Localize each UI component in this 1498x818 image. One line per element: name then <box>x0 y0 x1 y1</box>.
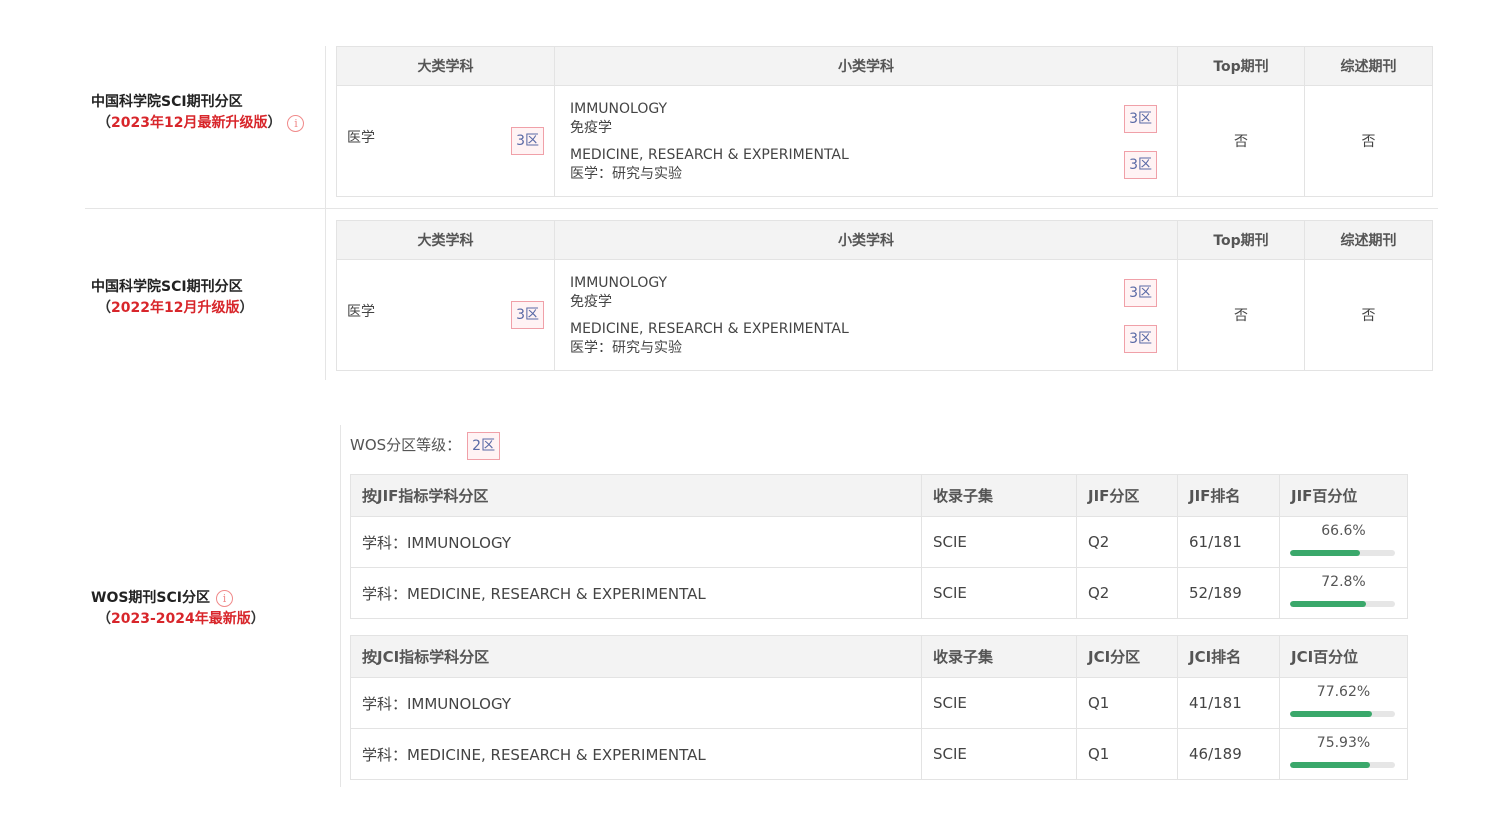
table-row: 学科：IMMUNOLOGY SCIE Q2 61/181 66.6% <box>350 516 1408 568</box>
subject-cell: 学科：MEDICINE, RESEARCH & EXPERIMENTAL <box>350 567 922 619</box>
header-minor: 小类学科 <box>554 220 1178 260</box>
percentile-bar-fill <box>1290 601 1367 607</box>
jif-header-quartile: JIF分区 <box>1076 474 1178 517</box>
subset-cell: SCIE <box>921 516 1077 568</box>
quartile-cell: Q1 <box>1076 677 1178 729</box>
rank-cell: 46/189 <box>1177 728 1280 780</box>
cas-2022-label: 中国科学院SCI期刊分区 （2022年12月升级版） <box>91 279 254 316</box>
cas-2022-table: 大类学科 小类学科 Top期刊 综述期刊 医学 3区 IMMUNOLOGY 免疫… <box>336 220 1433 371</box>
subject-cell: 学科：IMMUNOLOGY <box>350 677 922 729</box>
percentile-text: 77.62% <box>1316 684 1371 700</box>
percentile-bar <box>1290 762 1395 768</box>
minor-subject: IMMUNOLOGY 免疫学 <box>570 275 668 310</box>
jif-header-rank: JIF排名 <box>1177 474 1280 517</box>
percentile-cell: 66.6% <box>1279 516 1408 568</box>
subject-cell: 学科：MEDICINE, RESEARCH & EXPERIMENTAL <box>350 728 922 780</box>
minor-subject: IMMUNOLOGY 免疫学 <box>570 101 668 136</box>
cas-2023-table: 大类学科 小类学科 Top期刊 综述期刊 医学 3区 IMMUNOLOGY 免疫… <box>336 46 1433 197</box>
zone-badge: 3区 <box>511 127 544 155</box>
divider <box>325 46 326 380</box>
percentile-text: 75.93% <box>1316 735 1371 751</box>
percentile-cell: 72.8% <box>1279 567 1408 619</box>
percentile-bar <box>1290 550 1395 556</box>
subset-cell: SCIE <box>921 677 1077 729</box>
percentile-cell: 75.93% <box>1279 728 1408 780</box>
header-top: Top期刊 <box>1177 220 1305 260</box>
header-top: Top期刊 <box>1177 46 1305 86</box>
table-row: 学科：MEDICINE, RESEARCH & EXPERIMENTAL SCI… <box>350 728 1408 780</box>
percentile-cell: 77.62% <box>1279 677 1408 729</box>
header-major: 大类学科 <box>336 220 555 260</box>
quartile-cell: Q1 <box>1076 728 1178 780</box>
zone-badge: 3区 <box>1124 325 1157 353</box>
rank-cell: 61/181 <box>1177 516 1280 568</box>
divider <box>85 208 1438 209</box>
percentile-bar-fill <box>1290 711 1372 717</box>
jif-header-subset: 收录子集 <box>921 474 1077 517</box>
minor-subject: MEDICINE, RESEARCH & EXPERIMENTAL 医学：研究与… <box>570 321 849 356</box>
header-major: 大类学科 <box>336 46 555 86</box>
percentile-text: 72.8% <box>1321 574 1366 590</box>
jif-header-subject: 按JIF指标学科分区 <box>350 474 922 517</box>
info-circle-icon[interactable]: i <box>287 114 305 132</box>
cas-2023-label: 中国科学院SCI期刊分区 （2023年12月最新升级版） i <box>91 92 305 134</box>
percentile-bar-fill <box>1290 762 1370 768</box>
major-subject-cell: 医学 3区 <box>336 85 555 197</box>
top-journal-value: 否 <box>1177 259 1305 371</box>
jci-header-quartile: JCI分区 <box>1076 635 1178 678</box>
jif-table: 按JIF指标学科分区 收录子集 JIF分区 JIF排名 JIF百分位 学科：IM… <box>350 474 1408 619</box>
percentile-bar <box>1290 711 1395 717</box>
jci-table: 按JCI指标学科分区 收录子集 JCI分区 JCI排名 JCI百分位 学科：IM… <box>350 635 1408 780</box>
table-row: 学科：IMMUNOLOGY SCIE Q1 41/181 77.62% <box>350 677 1408 729</box>
minor-subject-cell: IMMUNOLOGY 免疫学 3区 MEDICINE, RESEARCH & E… <box>554 85 1178 197</box>
jci-header-rank: JCI排名 <box>1177 635 1280 678</box>
zone-badge: 3区 <box>1124 105 1157 133</box>
percentile-text: 66.6% <box>1321 523 1366 539</box>
percentile-bar <box>1290 601 1395 607</box>
rank-cell: 52/189 <box>1177 567 1280 619</box>
subset-cell: SCIE <box>921 567 1077 619</box>
divider <box>340 425 341 787</box>
review-journal-value: 否 <box>1304 85 1433 197</box>
info-circle-icon[interactable]: i <box>216 589 233 607</box>
percentile-bar-fill <box>1290 550 1360 556</box>
wos-level: WOS分区等级： 2区 <box>350 430 501 460</box>
rank-cell: 41/181 <box>1177 677 1280 729</box>
major-subject-name: 医学 <box>347 130 375 146</box>
subject-cell: 学科：IMMUNOLOGY <box>350 516 922 568</box>
zone-badge: 3区 <box>1124 279 1157 307</box>
top-journal-value: 否 <box>1177 85 1305 197</box>
jci-header-subject: 按JCI指标学科分区 <box>350 635 922 678</box>
jci-header-subset: 收录子集 <box>921 635 1077 678</box>
zone-badge: 3区 <box>1124 151 1157 179</box>
review-journal-value: 否 <box>1304 259 1433 371</box>
header-review: 综述期刊 <box>1304 46 1433 86</box>
subset-cell: SCIE <box>921 728 1077 780</box>
minor-subject: MEDICINE, RESEARCH & EXPERIMENTAL 医学：研究与… <box>570 147 849 182</box>
header-review: 综述期刊 <box>1304 220 1433 260</box>
wos-label: WOS期刊SCI分区 i （2023-2024年最新版） <box>91 589 265 627</box>
major-subject-name: 医学 <box>347 304 375 320</box>
jci-header-percentile: JCI百分位 <box>1279 635 1408 678</box>
quartile-cell: Q2 <box>1076 567 1178 619</box>
zone-badge: 3区 <box>511 301 544 329</box>
minor-subject-cell: IMMUNOLOGY 免疫学 3区 MEDICINE, RESEARCH & E… <box>554 259 1178 371</box>
header-minor: 小类学科 <box>554 46 1178 86</box>
zone-badge: 2区 <box>467 431 501 460</box>
major-subject-cell: 医学 3区 <box>336 259 555 371</box>
table-row: 学科：MEDICINE, RESEARCH & EXPERIMENTAL SCI… <box>350 567 1408 619</box>
quartile-cell: Q2 <box>1076 516 1178 568</box>
jif-header-percentile: JIF百分位 <box>1279 474 1408 517</box>
